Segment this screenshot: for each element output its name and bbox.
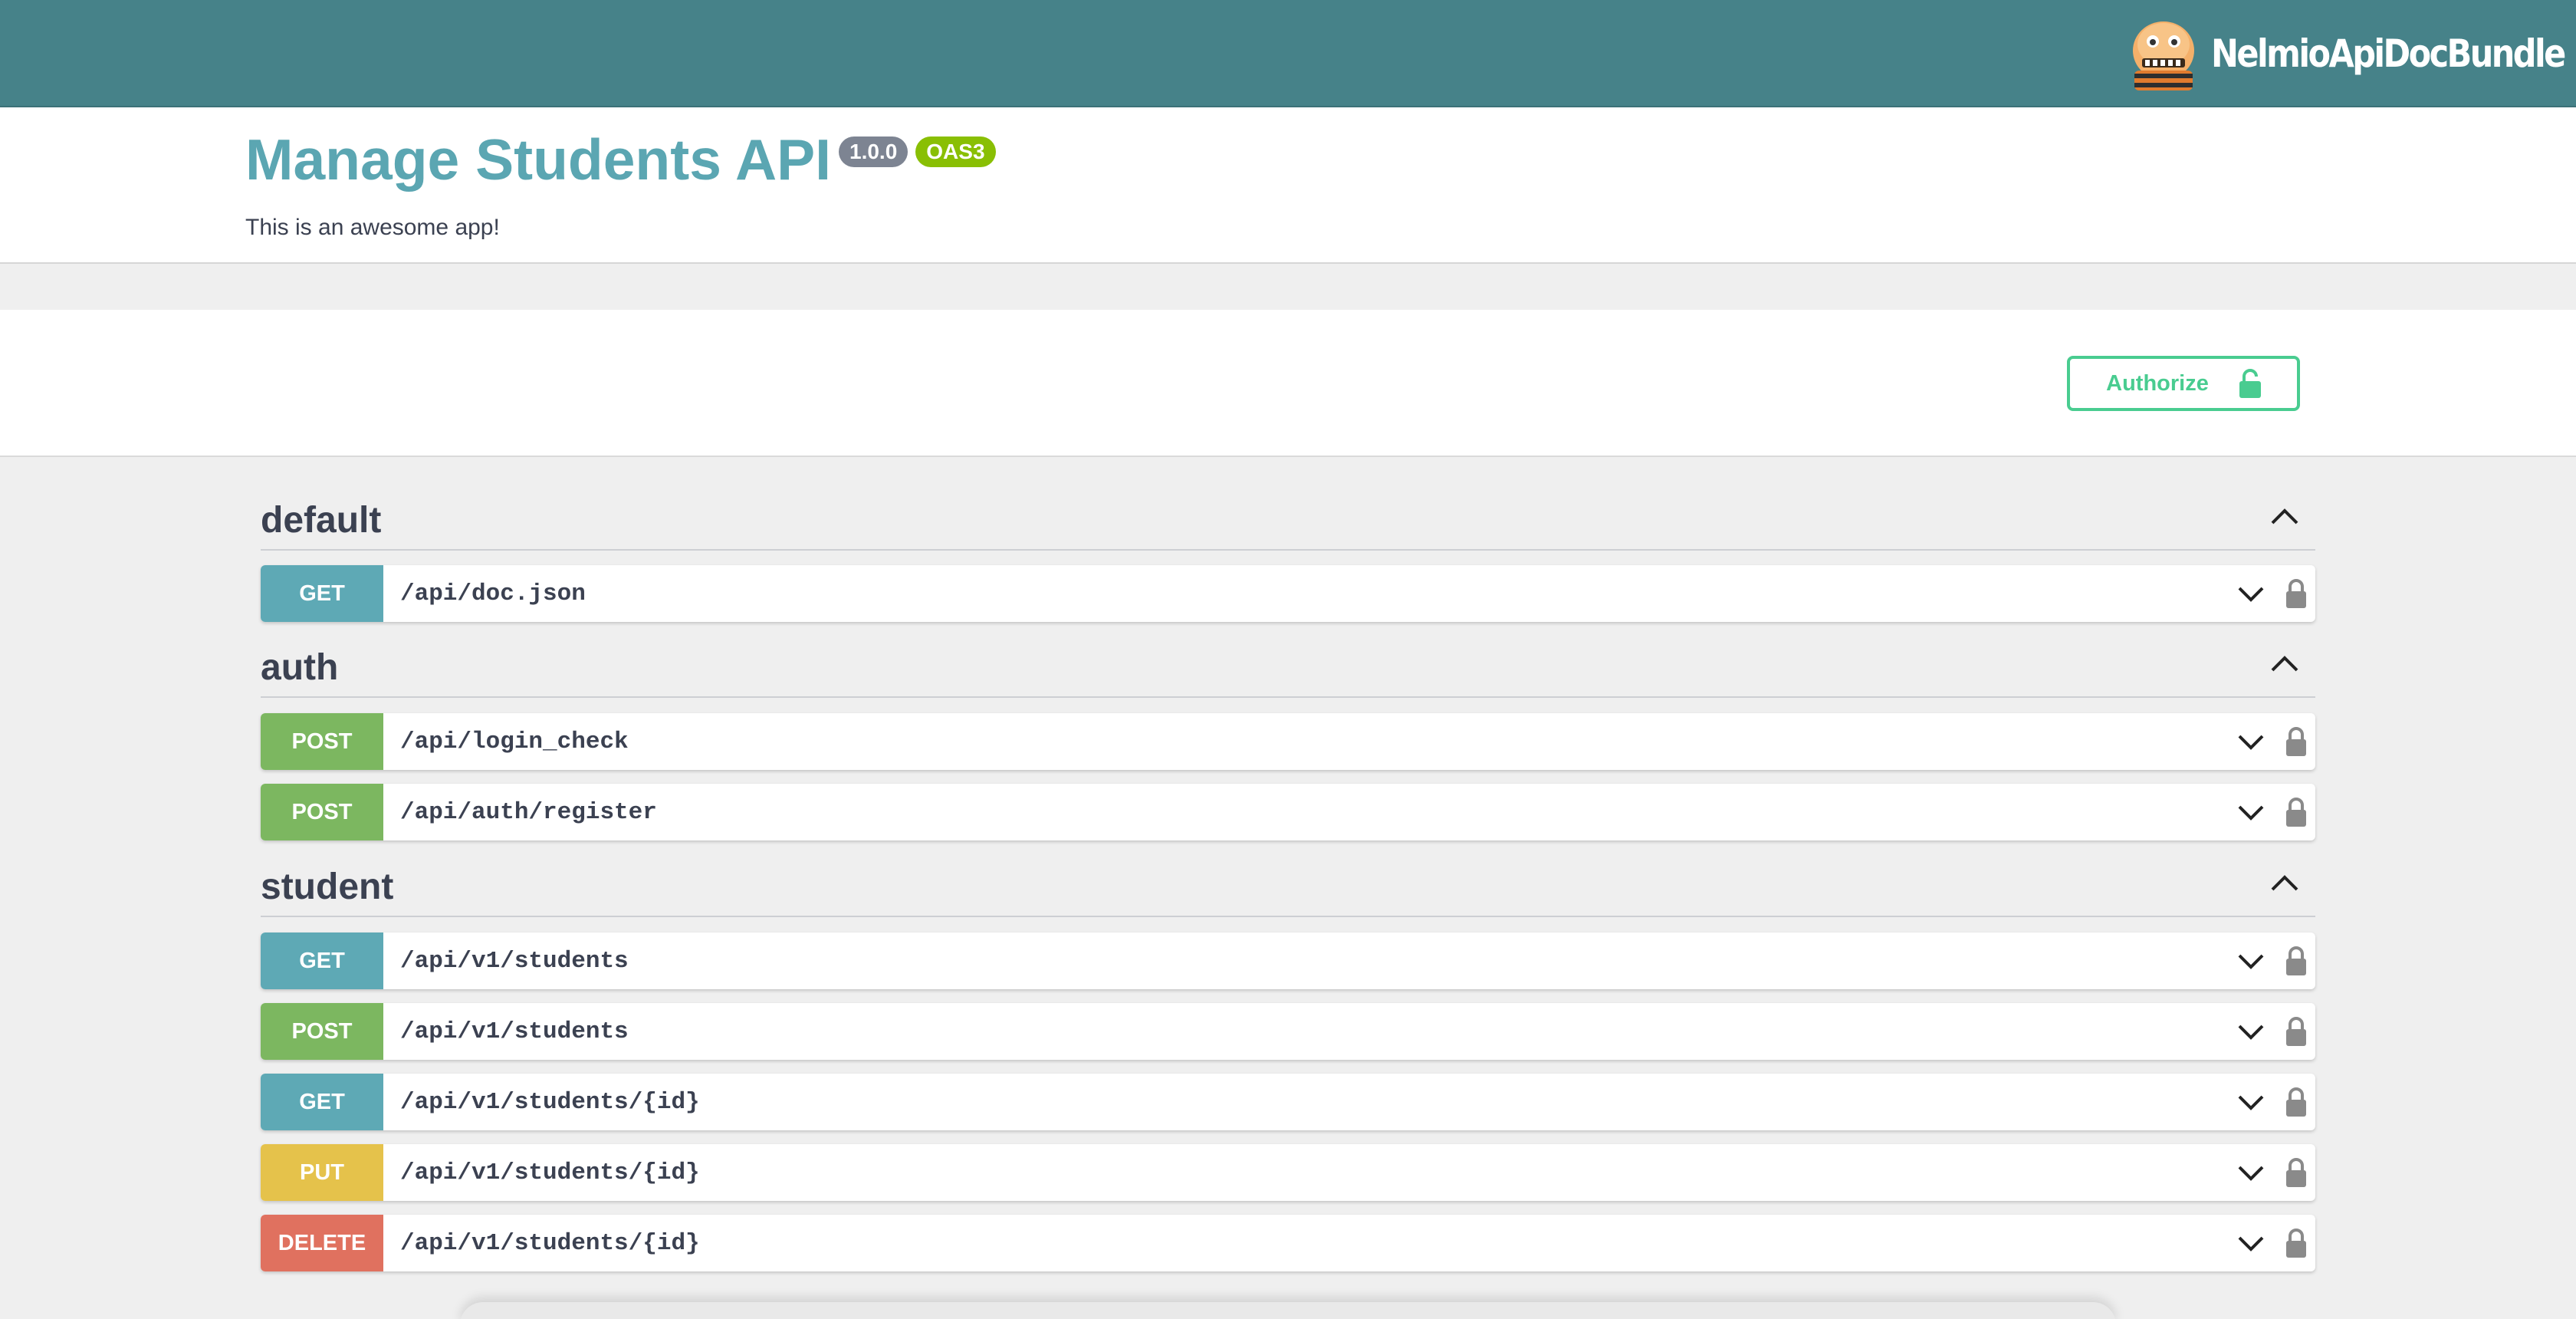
api-info: Manage Students API 1.0.0 OAS3 This is a… (0, 107, 2576, 264)
method-badge: POST (261, 1003, 383, 1060)
section-default[interactable]: default (261, 474, 2315, 551)
section-title: auth (261, 647, 339, 688)
operation-path: /api/v1/students/{id} (400, 1159, 700, 1186)
operation-row[interactable]: POST /api/auth/register (261, 784, 2315, 840)
lock-icon[interactable] (2285, 725, 2308, 756)
lock-icon[interactable] (2285, 796, 2308, 827)
version-badge: 1.0.0 (839, 137, 909, 167)
lock-icon[interactable] (2285, 1156, 2308, 1187)
method-badge: GET (261, 1074, 383, 1130)
section-title: default (261, 500, 382, 541)
method-badge: DELETE (261, 1215, 383, 1271)
operation-path: /api/v1/students (400, 1018, 629, 1045)
section-auth[interactable]: auth (261, 621, 2315, 698)
lock-icon[interactable] (2285, 945, 2308, 975)
top-bar: NelmioApiDocBundle (0, 0, 2576, 107)
operation-row[interactable]: GET /api/v1/students (261, 933, 2315, 989)
section-title: student (261, 867, 394, 907)
operation-path: /api/v1/students/{id} (400, 1088, 700, 1116)
page-title: Manage Students API (245, 127, 831, 192)
operation-path: /api/login_check (400, 728, 629, 755)
method-badge: GET (261, 933, 383, 989)
lock-icon[interactable] (2285, 1227, 2308, 1258)
operation-path: /api/doc.json (400, 580, 586, 607)
lock-icon[interactable] (2285, 1015, 2308, 1046)
chevron-down-icon[interactable] (2237, 1020, 2265, 1043)
schemas-section-edge (460, 1302, 2116, 1319)
operation-row[interactable]: GET /api/doc.json (261, 565, 2315, 622)
brand-name: NelmioApiDocBundle (2211, 31, 2566, 76)
api-description: This is an awesome app! (245, 215, 500, 240)
operation-row[interactable]: POST /api/v1/students (261, 1003, 2315, 1060)
chevron-down-icon[interactable] (2237, 1090, 2265, 1113)
operation-row[interactable]: PUT /api/v1/students/{id} (261, 1144, 2315, 1201)
chevron-down-icon[interactable] (2237, 801, 2265, 824)
chevron-down-icon[interactable] (2237, 730, 2265, 753)
chevron-up-icon[interactable] (2269, 505, 2300, 528)
chevron-down-icon[interactable] (2237, 1232, 2265, 1255)
chevron-up-icon[interactable] (2269, 652, 2300, 675)
chevron-down-icon[interactable] (2237, 1161, 2265, 1184)
operation-row[interactable]: GET /api/v1/students/{id} (261, 1074, 2315, 1130)
authorize-button[interactable]: Authorize (2067, 356, 2300, 411)
method-badge: POST (261, 784, 383, 840)
method-badge: PUT (261, 1144, 383, 1201)
method-badge: POST (261, 713, 383, 770)
title-row: Manage Students API 1.0.0 OAS3 (245, 121, 996, 198)
operation-row[interactable]: DELETE /api/v1/students/{id} (261, 1215, 2315, 1271)
method-badge: GET (261, 565, 383, 622)
chevron-down-icon[interactable] (2237, 949, 2265, 972)
lock-icon[interactable] (2285, 1086, 2308, 1117)
brand[interactable]: NelmioApiDocBundle (2124, 11, 2566, 97)
lock-icon[interactable] (2285, 577, 2308, 608)
operation-path: /api/v1/students/{id} (400, 1229, 700, 1257)
unlock-icon (2239, 369, 2261, 398)
oas-badge: OAS3 (915, 137, 996, 167)
operation-path: /api/v1/students (400, 947, 629, 975)
chevron-down-icon[interactable] (2237, 582, 2265, 605)
operation-row[interactable]: POST /api/login_check (261, 713, 2315, 770)
authorize-label: Authorize (2106, 370, 2209, 396)
scheme-container: Authorize (0, 310, 2576, 457)
section-student[interactable]: student (261, 840, 2315, 917)
operation-path: /api/auth/register (400, 798, 657, 826)
nelmio-mascot-logo (2124, 14, 2203, 94)
chevron-up-icon[interactable] (2269, 871, 2300, 894)
